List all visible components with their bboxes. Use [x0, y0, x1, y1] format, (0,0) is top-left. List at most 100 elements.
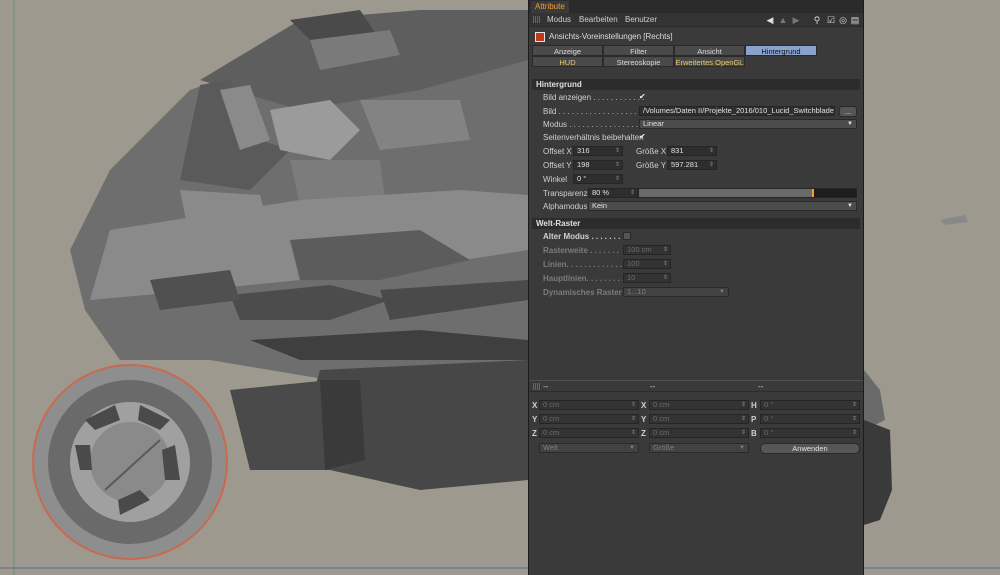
lock-icon[interactable]: ☑ [826, 15, 836, 25]
grip-icon[interactable] [533, 16, 540, 23]
coord-rot-h-field[interactable]: 0 ° ⇕ [760, 400, 860, 410]
coord-size-z-label: Z [641, 429, 646, 438]
tab-stereoskopie[interactable]: Stereoskopie [603, 56, 674, 67]
modus-dropdown[interactable]: Linear ▼ [639, 119, 857, 129]
alphamodus-dropdown[interactable]: Kein ▼ [588, 201, 857, 211]
groesse-y-field[interactable]: 597.281 ⇕ [667, 160, 717, 170]
stepper-icon[interactable]: ⇕ [631, 401, 636, 409]
stepper-icon[interactable]: ⇕ [663, 274, 668, 282]
section-hintergrund[interactable]: Hintergrund [532, 79, 860, 90]
rasterweite-label: Rasterweite . . . . . . . [543, 246, 620, 255]
stepper-icon[interactable]: ⇕ [615, 161, 620, 169]
grip-icon[interactable] [533, 383, 540, 390]
stepper-icon[interactable]: ⇕ [663, 246, 668, 254]
coord-world-dropdown[interactable]: Welt ▼ [539, 443, 639, 453]
transparenz-slider-handle[interactable] [811, 189, 814, 197]
bild-path-field[interactable]: /Volumes/Daten II/Projekte_2016/010_Luci… [639, 106, 835, 116]
target-icon[interactable]: ◎ [838, 15, 848, 25]
stepper-icon[interactable]: ⇕ [852, 415, 857, 423]
search-icon[interactable]: ⚲ [812, 15, 822, 25]
arrow-right-icon[interactable]: ▶ [791, 15, 801, 25]
apply-button[interactable]: Anwenden [760, 443, 860, 454]
tab-attribute[interactable]: Attribute [531, 1, 569, 13]
attribute-manager-panel: Attribute Modus Bearbeiten Benutzer ◀ ▲ … [528, 0, 864, 575]
linien-field[interactable]: 100 ⇕ [623, 259, 671, 269]
menu-bearbeiten[interactable]: Bearbeiten [579, 13, 618, 27]
groesse-x-field[interactable]: 831 ⇕ [667, 146, 717, 156]
tab-anzeige[interactable]: Anzeige [532, 45, 603, 56]
object-header: Ansichts-Voreinstellungen [Rechts] [529, 29, 863, 45]
rasterweite-field[interactable]: 100 cm ⇕ [623, 245, 671, 255]
chevron-down-icon: ▼ [739, 445, 745, 451]
hauptlinien-label: Hauptlinien. . . . . . . . . . . [543, 274, 634, 283]
alphamodus-label: Alphamodus [543, 202, 588, 211]
linien-value: 100 [627, 259, 640, 268]
coord-header-size: -- [650, 382, 656, 391]
coord-size-dropdown[interactable]: Größe ▼ [649, 443, 749, 453]
coord-pos-x-field[interactable]: 0 cm ⇕ [539, 400, 639, 410]
coord-pos-y-label: Y [532, 415, 538, 424]
arrow-up-icon[interactable]: ▲ [778, 15, 788, 25]
stepper-icon[interactable]: ⇕ [615, 175, 620, 183]
stepper-icon[interactable]: ⇕ [709, 161, 714, 169]
tab-erweitertes-opengl[interactable]: Erweitertes OpenGL [674, 56, 745, 67]
coord-rot-b-field[interactable]: 0 ° ⇕ [760, 428, 860, 438]
dynamisches-raster-label: Dynamisches Raster [543, 288, 622, 297]
chevron-down-icon: ▼ [847, 121, 853, 127]
chevron-down-icon: ▼ [719, 289, 725, 295]
arrow-left-icon[interactable]: ◀ [765, 15, 775, 25]
offset-y-field[interactable]: 198 ⇕ [573, 160, 623, 170]
seitenverhaeltnis-checkbox[interactable]: ✔ [639, 133, 647, 141]
tab-ansicht[interactable]: Ansicht [674, 45, 745, 56]
hauptlinien-field[interactable]: 10 ⇕ [623, 273, 671, 283]
dynamisches-raster-dropdown[interactable]: 1...10 ▼ [623, 287, 729, 297]
groesse-x-label: Größe X [636, 147, 667, 156]
coord-size-x-value: 0 cm [653, 400, 670, 409]
coord-rot-b-value: 0 ° [764, 428, 774, 437]
menu-modus[interactable]: Modus [547, 13, 571, 27]
section-welt-raster[interactable]: Welt-Raster [532, 218, 860, 229]
seitenverhaeltnis-label: Seitenverhältnis beibehalten [543, 133, 644, 142]
tab-hud[interactable]: HUD [532, 56, 603, 67]
stepper-icon[interactable]: ⇕ [630, 189, 635, 197]
tab-filter[interactable]: Filter [603, 45, 674, 56]
stepper-icon[interactable]: ⇕ [741, 429, 746, 437]
coord-pos-y-field[interactable]: 0 cm ⇕ [539, 414, 639, 424]
transparenz-field[interactable]: 80 % ⇕ [588, 188, 638, 198]
groesse-x-value: 831 [671, 146, 684, 155]
coord-rot-p-field[interactable]: 0 ° ⇕ [760, 414, 860, 424]
stepper-icon[interactable]: ⇕ [615, 147, 620, 155]
stepper-icon[interactable]: ⇕ [852, 401, 857, 409]
stepper-icon[interactable]: ⇕ [741, 401, 746, 409]
alter-modus-checkbox[interactable] [623, 232, 631, 240]
stepper-icon[interactable]: ⇕ [631, 429, 636, 437]
coord-size-x-label: X [641, 401, 647, 410]
menu-benutzer[interactable]: Benutzer [625, 13, 657, 27]
coord-pos-z-field[interactable]: 0 cm ⇕ [539, 428, 639, 438]
tab-hintergrund[interactable]: Hintergrund [745, 45, 817, 56]
coord-size-x-field[interactable]: 0 cm ⇕ [649, 400, 749, 410]
coord-size-y-field[interactable]: 0 cm ⇕ [649, 414, 749, 424]
transparenz-slider[interactable] [638, 188, 857, 198]
transparenz-value: 80 % [592, 188, 610, 197]
coord-rot-p-value: 0 ° [764, 414, 774, 423]
stepper-icon[interactable]: ⇕ [663, 260, 668, 268]
new-panel-icon[interactable]: ▤ [850, 15, 860, 25]
coord-rot-h-label: H [751, 401, 757, 410]
transparenz-label: Transparenz [543, 189, 588, 198]
stepper-icon[interactable]: ⇕ [852, 429, 857, 437]
offset-x-value: 316 [577, 146, 590, 155]
stepper-icon[interactable]: ⇕ [741, 415, 746, 423]
winkel-value: 0 ° [577, 174, 587, 183]
bild-anzeigen-checkbox[interactable]: ✔ [639, 93, 647, 101]
coord-size-z-field[interactable]: 0 cm ⇕ [649, 428, 749, 438]
stepper-icon[interactable]: ⇕ [631, 415, 636, 423]
coordinate-manager: -- -- -- X 0 cm ⇕ X 0 cm ⇕ H 0 ° ⇕ Y 0 cm ⇕ … [529, 380, 863, 575]
winkel-field[interactable]: 0 ° ⇕ [573, 174, 623, 184]
bild-browse-button[interactable]: ... [839, 106, 857, 117]
coord-size-y-label: Y [641, 415, 647, 424]
offset-x-field[interactable]: 316 ⇕ [573, 146, 623, 156]
stepper-icon[interactable]: ⇕ [709, 147, 714, 155]
bild-anzeigen-label: Bild anzeigen . . . . . . . . . . . . [543, 93, 645, 102]
coord-pos-x-value: 0 cm [543, 400, 560, 409]
